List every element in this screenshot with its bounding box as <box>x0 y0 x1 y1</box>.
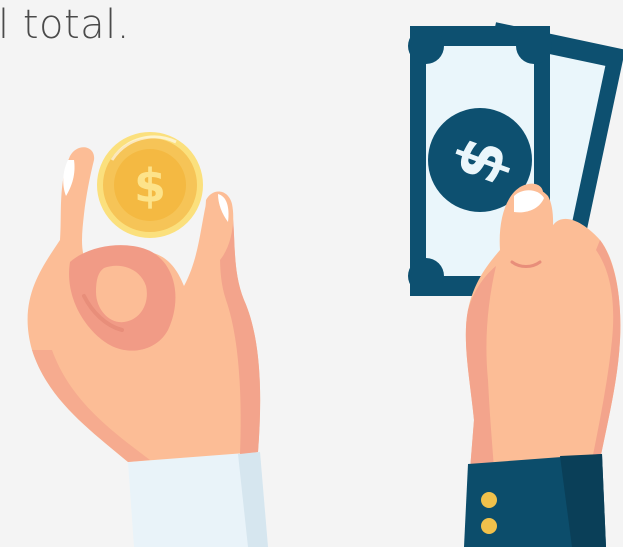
sleeve-button <box>481 518 497 534</box>
hand-holding-banknotes-icon: $ <box>408 22 623 547</box>
sleeve-button <box>481 492 497 508</box>
coin-dollar-sign: $ <box>134 159 166 213</box>
gold-coin-icon: $ <box>97 132 203 238</box>
money-exchange-illustration: $ $ <box>27 22 623 547</box>
